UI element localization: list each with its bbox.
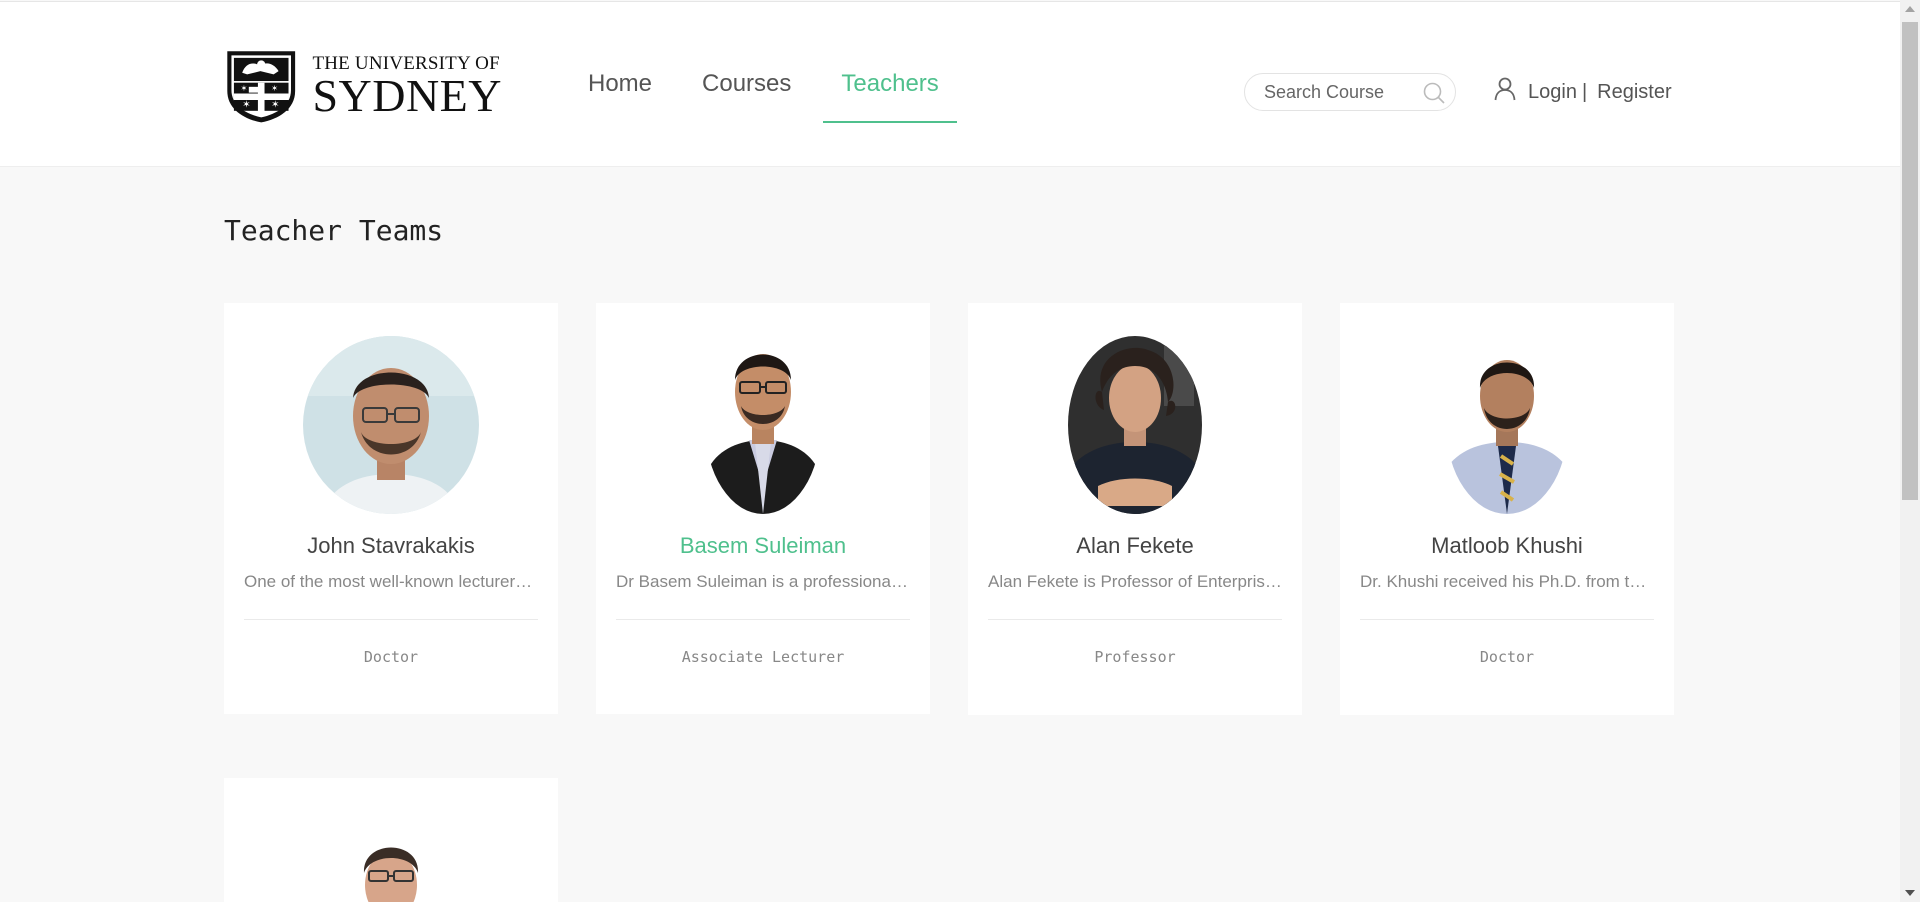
card-divider [244,619,538,620]
teacher-card[interactable] [224,778,558,902]
search-icon[interactable] [1423,82,1445,109]
teacher-name[interactable]: Basem Suleiman [596,533,930,559]
teacher-role: Doctor [1479,648,1535,666]
university-logo[interactable]: ✶ ✶ ✶ ✶ THE UNIVERSITY OF SYDNEY [224,40,502,132]
scroll-up-arrow-icon[interactable] [1905,6,1915,12]
teacher-description: Dr. Khushi received his Ph.D. from the U… [1360,572,1654,591]
account-links: Login | Register [1494,77,1672,107]
nav-teachers[interactable]: Teachers [823,2,958,166]
teacher-name[interactable]: Alan Fekete [968,533,1302,559]
teacher-name[interactable]: John Stavrakakis [224,533,558,559]
teacher-description: Alan Fekete is Professor of Enterprise S… [988,572,1282,591]
scrollbar-thumb[interactable] [1902,22,1918,500]
svg-text:✶: ✶ [241,83,248,93]
svg-text:✶: ✶ [242,100,250,111]
teacher-card[interactable]: Basem Suleiman Dr Basem Suleiman is a pr… [596,303,930,714]
main-nav: Home Courses Teachers [570,2,971,166]
teacher-description: Dr Basem Suleiman is a professional lect… [616,572,910,591]
teacher-card[interactable]: Matloob Khushi Dr. Khushi received his P… [1340,303,1674,715]
teacher-photo [336,827,446,902]
teacher-role: Associate Lecturer [681,648,845,666]
teacher-card[interactable]: Alan Fekete Alan Fekete is Professor of … [968,303,1302,715]
card-divider [616,619,910,620]
crest-icon: ✶ ✶ ✶ ✶ [227,51,296,123]
scroll-down-arrow-icon[interactable] [1905,890,1915,896]
search-box [1244,73,1456,111]
teacher-photo [1068,336,1202,514]
teacher-role: Doctor [363,648,419,666]
svg-text:✶: ✶ [271,83,278,93]
login-link[interactable]: Login [1528,81,1577,104]
teacher-card[interactable]: John Stavrakakis One of the most well-kn… [224,303,558,714]
user-icon [1494,77,1516,107]
page-scrollbar[interactable] [1900,0,1920,902]
teacher-photo [303,336,479,514]
account-separator: | [1581,80,1588,103]
teacher-photo [705,336,821,514]
nav-home[interactable]: Home [570,2,670,166]
logo-wordmark: THE UNIVERSITY OF SYDNEY [312,54,502,121]
register-link[interactable]: Register [1597,81,1671,104]
teacher-description: One of the most well-known lecturers in … [244,572,538,591]
page-title: Teacher Teams [224,214,444,247]
search-input[interactable] [1264,81,1414,103]
svg-text:✶: ✶ [271,100,279,111]
logo-line-2: SYDNEY [312,70,502,121]
card-divider [1360,619,1654,620]
teacher-role: Professor [1094,648,1176,666]
nav-courses[interactable]: Courses [684,2,809,166]
teacher-name[interactable]: Matloob Khushi [1340,533,1674,559]
site-header: ✶ ✶ ✶ ✶ THE UNIVERSITY OF SYDNEY Home Co… [0,1,1900,167]
teacher-photo [1446,336,1568,514]
card-divider [988,619,1282,620]
